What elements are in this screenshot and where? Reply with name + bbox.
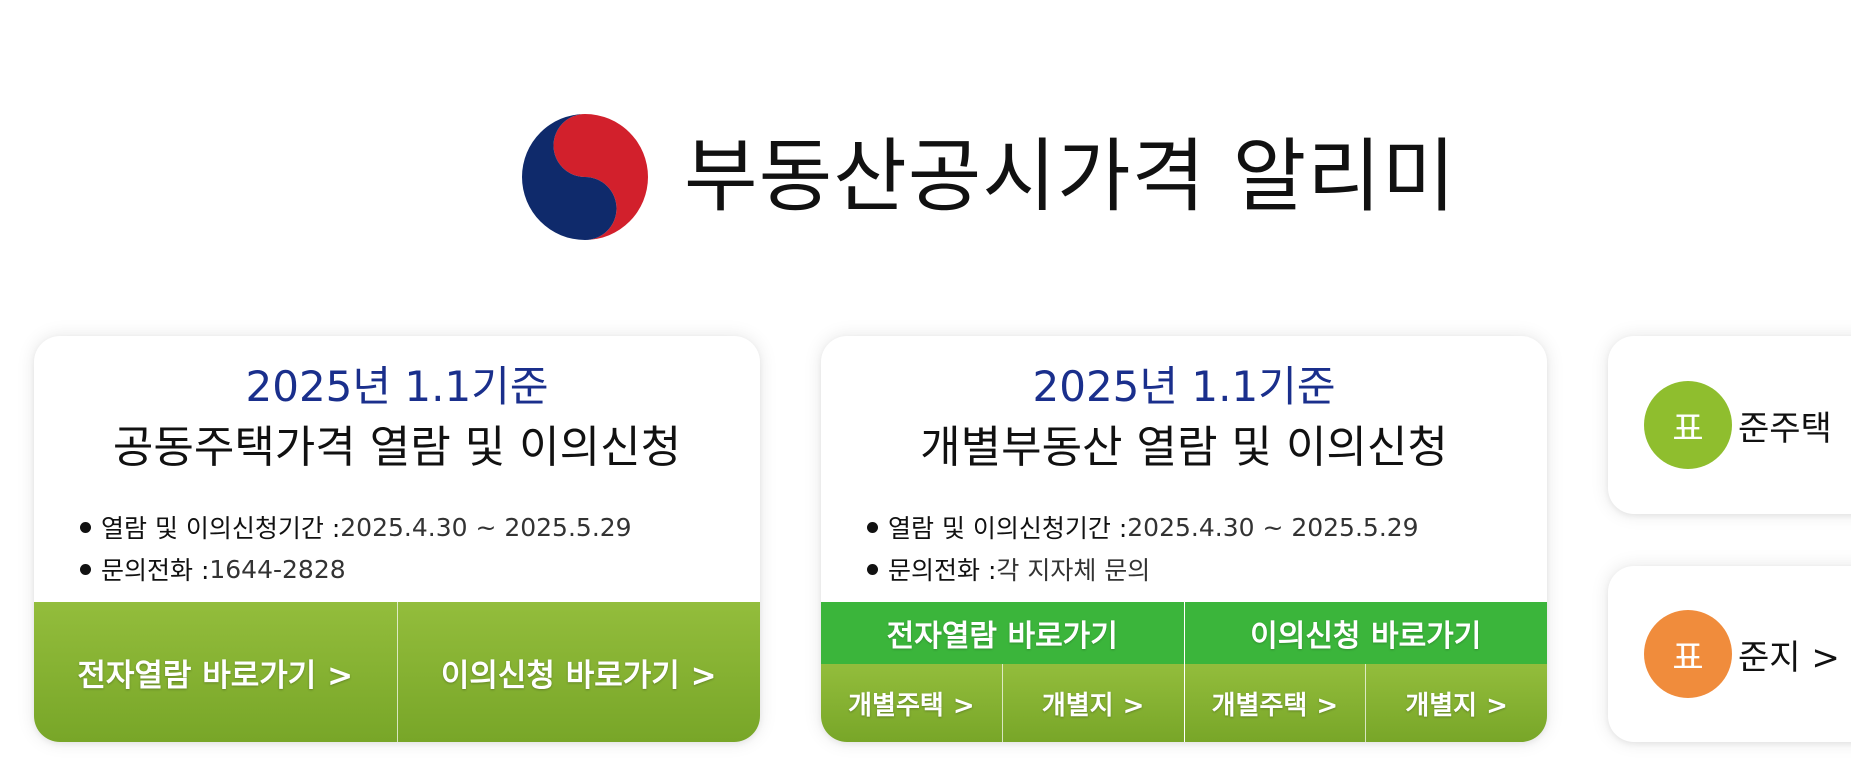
- info-value: 각 지자체 문의: [996, 556, 1151, 585]
- card-date: 2025년 1.1기준: [1032, 362, 1336, 411]
- info-label: 열람 및 이의신청기간 :: [101, 514, 341, 543]
- e-view-sub-buttons: 개별주택 > 개별지 >: [821, 664, 1184, 742]
- site-title: 부동산공시가격 알리미: [684, 130, 1457, 223]
- info-value: 2025.4.30 ~ 2025.5.29: [1127, 512, 1419, 542]
- e-view-individual-land-button[interactable]: 개별지 >: [1001, 664, 1184, 742]
- card-title: 개별부동산 열람 및 이의신청: [920, 422, 1448, 473]
- info-item-phone: 문의전화 : 1644-2828: [80, 548, 632, 590]
- standard-housing-card[interactable]: 표 준주택: [1608, 336, 1851, 514]
- card-info-list: 열람 및 이의신청기간 : 2025.4.30 ~ 2025.5.29 문의전화…: [80, 506, 632, 590]
- standard-badge: 표: [1644, 381, 1732, 469]
- side-card-content: 표 준지 >: [1644, 566, 1840, 742]
- apartment-price-card: 2025년 1.1기준 공동주택가격 열람 및 이의신청 열람 및 이의신청기간…: [34, 336, 760, 742]
- korea-government-emblem-icon[interactable]: [520, 112, 650, 242]
- site-header: 부동산공시가격 알리미: [520, 112, 1456, 242]
- side-card-content: 표 준주택: [1644, 336, 1832, 514]
- info-item-phone: 문의전화 : 각 지자체 문의: [867, 548, 1419, 590]
- e-view-group: 전자열람 바로가기 개별주택 > 개별지 >: [821, 602, 1184, 742]
- standard-badge: 표: [1644, 610, 1732, 698]
- objection-group: 이의신청 바로가기 개별주택 > 개별지 >: [1183, 602, 1547, 742]
- card-date: 2025년 1.1기준: [245, 362, 549, 411]
- individual-property-card: 2025년 1.1기준 개별부동산 열람 및 이의신청 열람 및 이의신청기간 …: [821, 336, 1547, 742]
- info-label: 문의전화 :: [101, 556, 210, 585]
- objection-individual-land-button[interactable]: 개별지 >: [1365, 664, 1547, 742]
- e-view-individual-house-button[interactable]: 개별주택 >: [821, 664, 1002, 742]
- info-item-period: 열람 및 이의신청기간 : 2025.4.30 ~ 2025.5.29: [80, 506, 632, 548]
- side-card-label: 준주택: [1738, 408, 1832, 449]
- info-value: 2025.4.30 ~ 2025.5.29: [340, 512, 632, 542]
- objection-group-label: 이의신청 바로가기: [1184, 602, 1547, 664]
- bullet-icon: [867, 563, 878, 575]
- bullet-icon: [867, 521, 878, 533]
- objection-sub-buttons: 개별주택 > 개별지 >: [1184, 664, 1547, 742]
- side-card-label: 준지 >: [1738, 637, 1840, 678]
- info-item-period: 열람 및 이의신청기간 : 2025.4.30 ~ 2025.5.29: [867, 506, 1419, 548]
- card-button-grid: 전자열람 바로가기 개별주택 > 개별지 > 이의신청 바로가기 개별주택 > …: [821, 602, 1547, 742]
- info-value: 1644-2828: [209, 554, 346, 584]
- bullet-icon: [80, 563, 91, 575]
- objection-button[interactable]: 이의신청 바로가기 >: [396, 602, 760, 742]
- card-title: 공동주택가격 열람 및 이의신청: [112, 422, 682, 473]
- card-info-list: 열람 및 이의신청기간 : 2025.4.30 ~ 2025.5.29 문의전화…: [867, 506, 1419, 590]
- info-label: 열람 및 이의신청기간 :: [888, 514, 1128, 543]
- e-view-button[interactable]: 전자열람 바로가기 >: [34, 602, 397, 742]
- e-view-group-label: 전자열람 바로가기: [821, 602, 1184, 664]
- bullet-icon: [80, 521, 91, 533]
- standard-land-card[interactable]: 표 준지 >: [1608, 566, 1851, 742]
- card-button-row: 전자열람 바로가기 > 이의신청 바로가기 >: [34, 602, 760, 742]
- info-label: 문의전화 :: [888, 556, 997, 585]
- objection-individual-house-button[interactable]: 개별주택 >: [1184, 664, 1366, 742]
